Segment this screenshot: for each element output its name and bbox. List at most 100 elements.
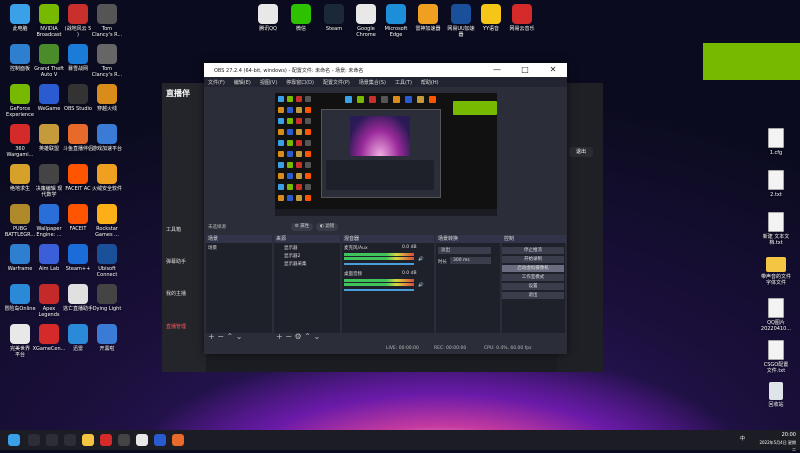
scenes-dock[interactable]: 场景	[206, 243, 272, 333]
source-item[interactable]: 显示器	[284, 245, 298, 251]
filter-icon: ◐	[319, 224, 324, 229]
menu-item[interactable]: 停靠窗口(D)	[286, 79, 314, 86]
file-explorer-icon[interactable]	[82, 434, 94, 446]
close-icon[interactable]: ✕	[539, 63, 567, 77]
desktop-icon[interactable]: 穿越火线	[89, 84, 125, 112]
desktop-icon-label: 雷神加速器	[415, 26, 441, 32]
source-settings-icon[interactable]: ⚙	[295, 332, 302, 341]
move-down-icon[interactable]: ⌄	[313, 332, 320, 341]
desktop-file[interactable]: 新建 文本文 档.txt	[758, 212, 794, 246]
obs-window[interactable]: OBS 27.2.4 (64-bit, windows) - 配置文件: 未命名…	[204, 63, 567, 354]
volume-slider[interactable]	[344, 263, 414, 265]
desktop-icon[interactable]: 雷神加速器	[410, 4, 446, 32]
file-icon	[768, 170, 784, 190]
desktop-file[interactable]: 2.txt	[758, 170, 794, 198]
preview-icon	[296, 162, 302, 168]
desktop-icon[interactable]: Dying Light	[89, 284, 125, 312]
preview-icon	[296, 173, 302, 179]
menu-item[interactable]: 配置文件(P)	[323, 79, 350, 86]
minimize-icon[interactable]: —	[483, 63, 511, 77]
recycle-bin-icon	[769, 382, 783, 400]
preview-icon	[287, 151, 293, 157]
sources-dock[interactable]: 显示器 显示器2 显示器采集	[274, 243, 340, 333]
preview-icon	[345, 96, 352, 103]
desktop-file[interactable]: 回收站	[758, 382, 794, 408]
remove-scene-icon[interactable]: −	[217, 332, 224, 341]
app-icon	[97, 4, 117, 24]
move-up-icon[interactable]: ⌃	[227, 332, 234, 341]
menu-item[interactable]: 编辑(E)	[234, 79, 251, 86]
transition-select[interactable]: 淡出	[438, 247, 491, 254]
bgapp-side-item-anchor[interactable]: 我的主播	[166, 290, 186, 297]
transition-duration-input[interactable]: 300 ms	[450, 257, 491, 264]
desktop-icon[interactable]: 开黑啦	[89, 324, 125, 352]
desktop-icon[interactable]: Tom Clancy's R...	[89, 4, 125, 38]
speaker-icon[interactable]: 🔊	[418, 283, 424, 288]
input-language[interactable]: 中	[740, 436, 745, 443]
obs-preview[interactable]	[275, 93, 497, 216]
settings-button[interactable]: 设置	[502, 283, 564, 290]
desktop-icon[interactable]: Rockstar Games ...	[89, 204, 125, 238]
chrome-taskbar-icon[interactable]	[136, 434, 148, 446]
desktop-file[interactable]: 带声音的文件 字体文件	[758, 254, 794, 286]
filters-button[interactable]: ◐ 滤镜	[316, 223, 338, 231]
volume-slider[interactable]	[344, 289, 414, 291]
desktop-icon[interactable]: Steam	[316, 4, 352, 32]
desktop-icon[interactable]: Tom Clancy's R...	[89, 44, 125, 78]
app-icon	[97, 204, 117, 224]
start-recording-button[interactable]: 开始录制	[502, 256, 564, 263]
desktop-file[interactable]: CSGO配置 文件.txt	[758, 340, 794, 374]
source-item[interactable]: 显示器2	[284, 253, 300, 259]
widgets-icon[interactable]	[64, 434, 76, 446]
app-icon	[39, 164, 59, 184]
mixer-channel-desktop: 桌面音频 0.0 dB 🔊	[344, 271, 430, 301]
obs-titlebar[interactable]: OBS 27.2.4 (64-bit, windows) - 配置文件: 未命名…	[204, 63, 567, 77]
studio-mode-button[interactable]: 工作室模式	[502, 274, 564, 281]
windows-start-icon[interactable]	[8, 434, 20, 446]
bgapp-exit-button[interactable]: 退出	[569, 147, 593, 157]
app-icon[interactable]	[154, 434, 166, 446]
desktop-icon[interactable]: 火绒安全软件	[89, 164, 125, 192]
menu-item[interactable]: 视图(V)	[260, 79, 277, 86]
app-icon[interactable]	[172, 434, 184, 446]
bgapp-side-item-tools[interactable]: 工具箱	[166, 226, 181, 233]
bgapp-side-item-manage[interactable]: 直播管理	[166, 323, 186, 330]
maximize-icon[interactable]: □	[511, 63, 539, 77]
add-source-icon[interactable]: +	[276, 332, 283, 341]
properties-button[interactable]: ⚙ 属性	[291, 223, 313, 231]
desktop-icon[interactable]: 微信	[283, 4, 319, 32]
menu-item[interactable]: 帮助(H)	[421, 79, 439, 86]
stop-streaming-button[interactable]: 停止推流	[502, 247, 564, 254]
file-icon	[768, 212, 784, 232]
add-scene-icon[interactable]: +	[208, 332, 215, 341]
scene-item[interactable]: 场景	[208, 245, 217, 251]
preview-icon	[296, 129, 302, 135]
desktop-icon[interactable]: 游戏加速平台	[89, 124, 125, 152]
menu-item[interactable]: 工具(T)	[395, 79, 412, 86]
desktop-icon[interactable]: 网易云音乐	[504, 4, 540, 32]
source-item[interactable]: 显示器采集	[284, 261, 307, 267]
move-down-icon[interactable]: ⌄	[236, 332, 243, 341]
exit-button[interactable]: 退出	[502, 292, 564, 299]
desktop-file[interactable]: QQ图片 20220410...	[758, 298, 794, 332]
menu-item[interactable]: 文件(F)	[208, 79, 225, 86]
task-view-icon[interactable]	[46, 434, 58, 446]
file-icon	[768, 128, 784, 148]
bgapp-side-item-danmu[interactable]: 弹幕助手	[166, 258, 186, 265]
app-icon	[97, 44, 117, 64]
app-icon[interactable]	[100, 434, 112, 446]
desktop-icon[interactable]: Microsoft Edge	[378, 4, 414, 38]
start-virtual-camera-button[interactable]: 启动虚拟摄像机	[502, 265, 564, 272]
search-icon[interactable]	[28, 434, 40, 446]
desktop-icon[interactable]: 腾讯QQ	[250, 4, 286, 32]
speaker-icon[interactable]: 🔊	[418, 257, 424, 262]
desktop-file[interactable]: 1.cfg	[758, 128, 794, 156]
obs-taskbar-icon[interactable]	[118, 434, 130, 446]
preview-icon	[296, 195, 302, 201]
desktop-icon[interactable]: Ubisoft Connect	[89, 244, 125, 278]
move-up-icon[interactable]: ⌃	[304, 332, 311, 341]
remove-source-icon[interactable]: −	[285, 332, 292, 341]
app-icon	[97, 84, 117, 104]
menu-item[interactable]: 场景集合(S)	[359, 79, 386, 86]
app-icon	[10, 4, 30, 24]
